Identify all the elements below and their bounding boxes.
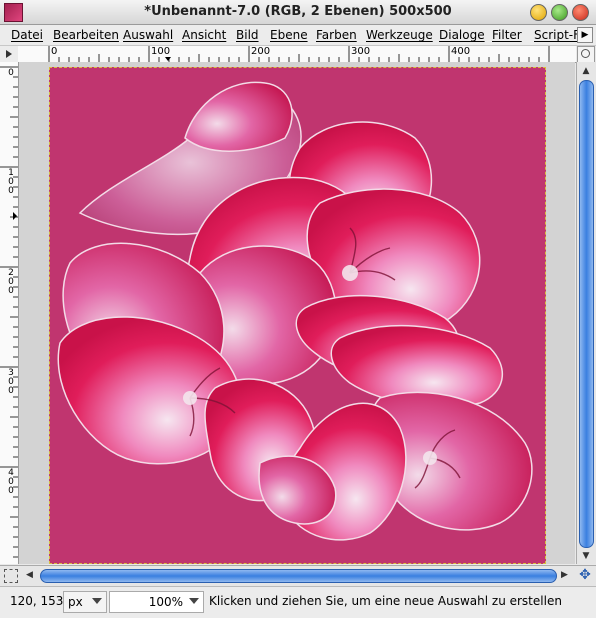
menu-filter[interactable]: Filter (492, 28, 522, 42)
scroll-left-icon[interactable]: ◀ (26, 570, 33, 580)
title-bar: *Unbenannt-7.0 (RGB, 2 Ebenen) 500x500 (0, 0, 596, 25)
chevron-down-icon (92, 598, 102, 604)
minimize-icon[interactable] (530, 4, 547, 21)
vertical-scrollbar[interactable]: ▲ ▼ (576, 62, 596, 564)
flower-image (57, 81, 533, 541)
menu-bild[interactable]: Bild (236, 28, 259, 42)
vertical-scroll-thumb[interactable] (579, 80, 594, 548)
menu-ebene[interactable]: Ebene (270, 28, 308, 42)
maximize-icon[interactable] (551, 4, 568, 21)
ruler-label: 200 (251, 46, 271, 57)
ruler-label: 300 (8, 368, 14, 396)
menu-werkzeuge[interactable]: Werkzeuge (366, 28, 433, 42)
ruler-label: 300 (351, 46, 371, 57)
menu-farben[interactable]: Farben (316, 28, 357, 42)
menu-bar: Datei Bearbeiten Auswahl Ansicht Bild Eb… (0, 25, 596, 46)
magnifier-icon (581, 49, 590, 58)
vertical-ruler[interactable]: 0 100 200 300 400 (0, 62, 19, 564)
ruler-label: 0 (51, 46, 58, 57)
status-message: Klicken und ziehen Sie, um eine neue Aus… (209, 594, 562, 608)
ruler-corner[interactable] (0, 46, 19, 63)
horizontal-scroll-thumb[interactable] (40, 569, 557, 583)
ruler-ticks (48, 46, 550, 62)
zoom-select[interactable]: 100% (109, 591, 204, 613)
horizontal-ruler[interactable]: 0 100 200 300 400 (18, 46, 576, 63)
menu-datei[interactable]: Datei (11, 28, 43, 42)
image-canvas[interactable] (49, 67, 546, 564)
window-title: *Unbenannt-7.0 (RGB, 2 Ebenen) 500x500 (144, 4, 452, 19)
menu-arrow-icon (6, 50, 12, 58)
ruler-label: 400 (8, 468, 14, 496)
scroll-down-icon[interactable]: ▼ (580, 550, 592, 562)
pointer-coordinates: 120, 153 (10, 594, 64, 608)
menu-overflow-icon[interactable]: ▶ (577, 27, 593, 43)
horizontal-scroll-row: ◀ ▶ ✥ (0, 565, 596, 586)
scroll-up-icon[interactable]: ▲ (580, 65, 592, 77)
chevron-down-icon (189, 598, 199, 604)
ruler-label: 100 (151, 46, 171, 57)
canvas-area[interactable] (19, 62, 575, 564)
unit-value: px (68, 595, 83, 609)
ruler-label: 200 (8, 268, 14, 296)
menu-dialoge[interactable]: Dialoge (439, 28, 485, 42)
menu-auswahl[interactable]: Auswahl (123, 28, 173, 42)
unit-select[interactable]: px (63, 591, 107, 613)
status-bar: 120, 153 px 100% Klicken und ziehen Sie,… (0, 586, 596, 618)
quick-mask-icon[interactable] (4, 569, 18, 583)
close-icon[interactable] (572, 4, 589, 21)
navigate-icon[interactable]: ✥ (577, 567, 593, 583)
ruler-label: 400 (451, 46, 471, 57)
ruler-label: 0 (8, 68, 14, 78)
ruler-label: 100 (8, 168, 14, 196)
menu-bearbeiten[interactable]: Bearbeiten (53, 28, 119, 42)
menu-ansicht[interactable]: Ansicht (182, 28, 226, 42)
scroll-right-icon[interactable]: ▶ (561, 570, 568, 580)
zoom-value: 100% (148, 595, 183, 609)
